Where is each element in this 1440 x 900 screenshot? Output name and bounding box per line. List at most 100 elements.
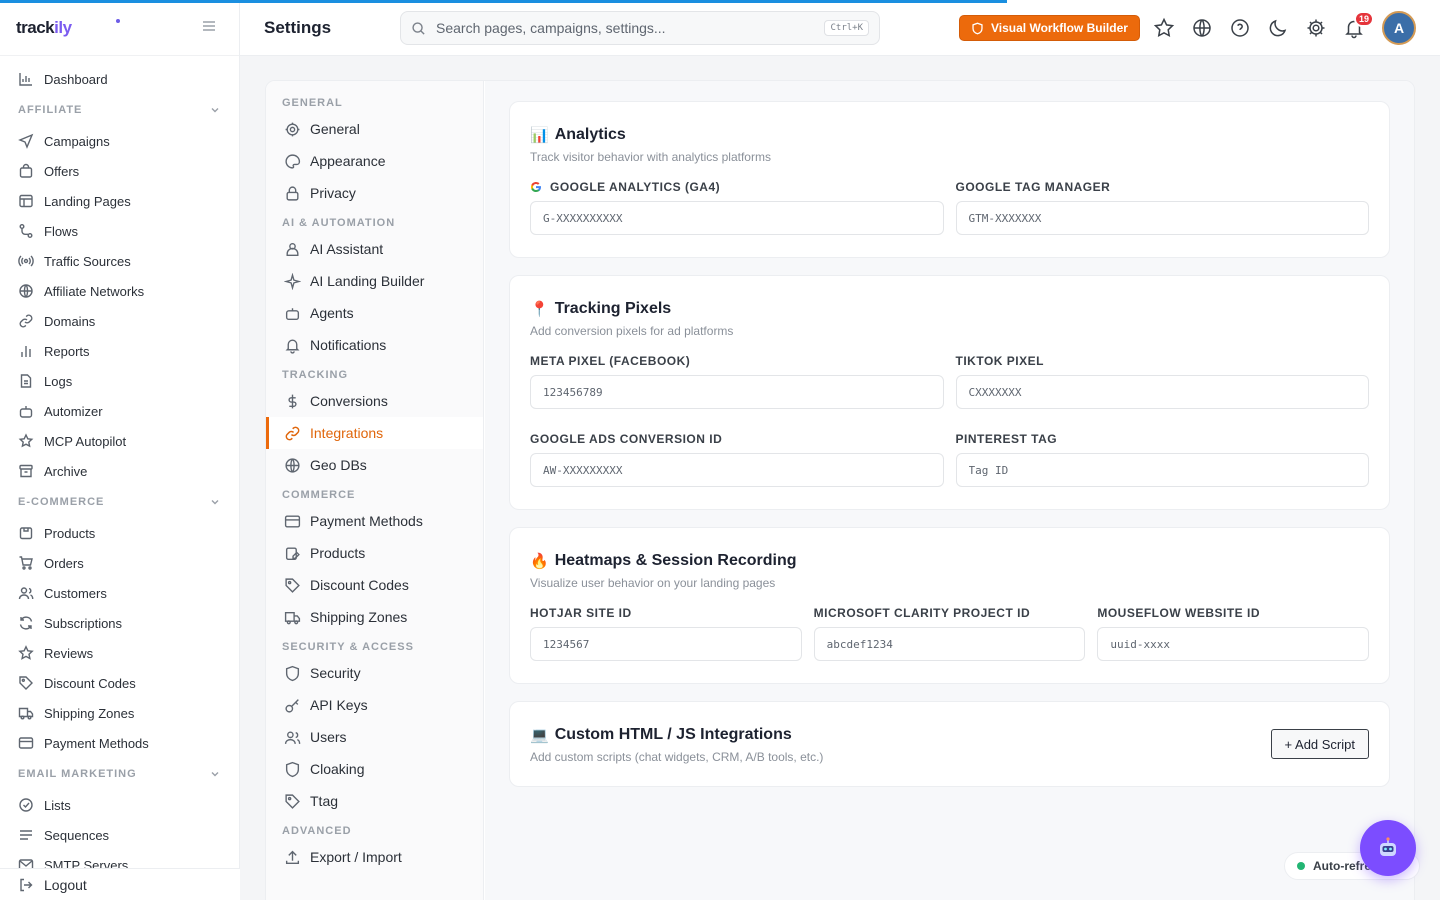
moon-icon[interactable] [1267,17,1289,39]
sidebar-item-subscriptions[interactable]: Subscriptions [0,608,239,638]
sidebar-item-archive[interactable]: Archive [0,456,239,486]
tiktok-pixel-label: TIKTOK PIXEL [955,354,1044,368]
sidebar-item-label: Lists [44,797,71,813]
settings-item-label: Appearance [310,153,386,169]
ai-assistant-fab[interactable] [1360,820,1416,876]
dollar-icon [288,394,297,408]
logout-button[interactable]: Logout [0,868,240,900]
settings-item-appearance[interactable]: Appearance [266,145,483,177]
search-input[interactable] [436,20,825,36]
sidebar-item-reports[interactable]: Reports [0,336,239,366]
settings-item-label: AI Landing Builder [310,273,425,289]
sidebar-item-traffic-sources[interactable]: Traffic Sources [0,246,239,276]
logo[interactable]: trackily [16,18,72,38]
ga4-input[interactable] [530,201,944,235]
settings-panel: GENERAL General Appearance Privacy AI & … [265,80,1415,900]
analytics-card: 📊 Analytics Track visitor behavior with a… [509,101,1390,258]
settings-item-label: Cloaking [310,761,365,777]
settings-item-shipping-zones[interactable]: Shipping Zones [266,601,483,633]
google-ads-input[interactable] [530,453,944,487]
sidebar-item-label: Sequences [44,827,110,843]
gtm-input[interactable] [955,201,1369,235]
sidebar-section-ecommerce[interactable]: E-COMMERCE [0,486,239,518]
sidebar-item-payment-methods[interactable]: Payment Methods [0,728,239,758]
settings-item-cloaking[interactable]: Cloaking [266,753,483,785]
sidebar-item-affiliate-networks[interactable]: Affiliate Networks [0,276,239,306]
sidebar-item-discount-codes[interactable]: Discount Codes [0,668,239,698]
add-script-button[interactable]: + Add Script [1270,729,1369,759]
visual-workflow-builder-button[interactable]: Visual Workflow Builder [959,15,1140,41]
sidebar-item-domains[interactable]: Domains [0,306,239,336]
settings-item-conversions[interactable]: Conversions [266,385,483,417]
settings-item-ai-assistant[interactable]: AI Assistant [266,233,483,265]
tracking-pixels-title-text: Tracking Pixels [554,300,672,317]
heatmaps-title-text: Heatmaps & Session Recording [554,552,797,569]
help-circle-icon[interactable] [1229,17,1251,39]
settings-item-export-import[interactable]: Export / Import [266,841,483,873]
settings-item-products[interactable]: Products [266,537,483,569]
sidebar-item-orders[interactable]: Orders [0,548,239,578]
chevron-down-icon [211,500,219,505]
sidebar-item-campaigns[interactable]: Campaigns [0,126,239,156]
sidebar-item-dashboard[interactable]: Dashboard [0,64,239,94]
sidebar-item-shipping-zones[interactable]: Shipping Zones [0,698,239,728]
sidebar-item-landing-pages[interactable]: Landing Pages [0,186,239,216]
sidebar-item-label: Campaigns [44,133,110,149]
settings-item-integrations[interactable]: Integrations [266,417,483,449]
meta-pixel-input[interactable] [530,375,944,409]
settings-item-security[interactable]: Security [266,657,483,689]
mouseflow-input[interactable] [1097,627,1370,661]
sidebar-item-reviews[interactable]: Reviews [0,638,239,668]
mouseflow-field: MOUSEFLOW WEBSITE ID [1097,606,1370,661]
ga4-field: GOOGLE ANALYTICS (GA4) [530,180,944,235]
logout-icon [20,878,33,891]
refresh-icon [19,616,33,630]
globe-icon[interactable] [1191,17,1213,39]
sidebar-item-label: Products [44,525,96,541]
search-box[interactable]: Ctrl+K [400,11,880,45]
settings-item-ai-landing-builder[interactable]: AI Landing Builder [266,265,483,297]
avatar[interactable]: A [1382,11,1416,45]
settings-item-payment-methods[interactable]: Payment Methods [266,505,483,537]
settings-item-notifications[interactable]: Notifications [266,329,483,361]
sidebar-item-offers[interactable]: Offers [0,156,239,186]
settings-item-privacy[interactable]: Privacy [266,177,483,209]
pinterest-tag-input[interactable] [955,453,1369,487]
key-icon [285,698,299,713]
settings-item-label: Export / Import [310,849,402,865]
sidebar-section-email-marketing[interactable]: EMAIL MARKETING [0,758,239,790]
settings-item-geo-dbs[interactable]: Geo DBs [266,449,483,481]
pinterest-tag-label: PINTEREST TAG [955,432,1058,446]
sidebar-item-logs[interactable]: Logs [0,366,239,396]
settings-section-tracking: TRACKING [282,369,349,381]
sidebar-item-automizer[interactable]: Automizer [0,396,239,426]
bot-icon [286,242,299,256]
settings-item-label: Security [310,665,361,681]
sidebar-item-lists[interactable]: Lists [0,790,239,820]
settings-item-ttag[interactable]: Ttag [266,785,483,817]
sidebar-item-label: Reviews [44,645,94,661]
package-edit-icon [285,546,300,560]
hotjar-input[interactable] [530,627,802,661]
clarity-input[interactable] [813,627,1086,661]
sidebar-section-affiliate[interactable]: AFFILIATE [0,94,239,126]
settings-item-general[interactable]: General [266,113,483,145]
tag-icon [19,676,33,690]
settings-item-api-keys[interactable]: API Keys [266,689,483,721]
settings-item-agents[interactable]: Agents [266,297,483,329]
star-icon[interactable] [1153,17,1175,39]
clarity-label: MICROSOFT CLARITY PROJECT ID [813,606,1031,620]
hamburger-icon[interactable] [201,18,217,34]
settings-item-discount-codes[interactable]: Discount Codes [266,569,483,601]
settings-item-users[interactable]: Users [266,721,483,753]
tiktok-pixel-input[interactable] [955,375,1369,409]
sparkle-star-icon [18,433,34,448]
clarity-field: MICROSOFT CLARITY PROJECT ID [813,606,1086,661]
sidebar-item-products[interactable]: Products [0,518,239,548]
sidebar-item-sequences[interactable]: Sequences [0,820,239,850]
fire-emoji-icon: 🔥 [530,553,549,570]
sidebar-item-flows[interactable]: Flows [0,216,239,246]
sidebar-item-mcp-autopilot[interactable]: MCP Autopilot [0,426,239,456]
sidebar-item-customers[interactable]: Customers [0,578,239,608]
gear-icon[interactable] [1305,17,1327,39]
